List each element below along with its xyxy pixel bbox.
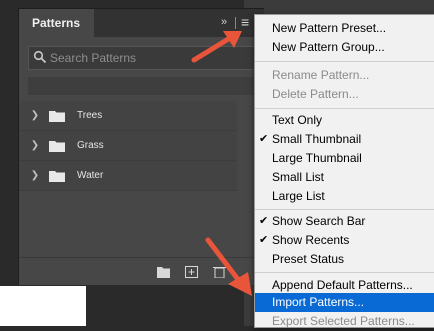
menu-item-label: Rename Pattern...: [272, 68, 370, 82]
menu-item-label: Show Recents: [272, 233, 350, 247]
new-pattern-icon[interactable]: [185, 266, 198, 278]
menu-separator: [255, 108, 434, 109]
chevron-right-icon[interactable]: ❯: [25, 170, 45, 181]
checkmark-icon: ✔: [259, 215, 269, 227]
group-label: Grass: [77, 140, 104, 151]
menu-item-label: Append Default Patterns...: [272, 278, 413, 292]
menu-item-large-list[interactable]: Large List: [255, 187, 434, 206]
menu-item-new-pattern-preset[interactable]: New Pattern Preset...: [255, 19, 434, 38]
menu-item-label: Preset Status: [272, 252, 345, 266]
collapse-panel-icon[interactable]: »: [221, 16, 227, 28]
menu-item-show-search-bar[interactable]: ✔ Show Search Bar: [255, 212, 434, 231]
menu-separator: [255, 61, 434, 62]
menu-item-label: Large List: [272, 189, 325, 203]
document-canvas-area: [0, 286, 86, 326]
menu-item-label: Import Patterns...: [272, 295, 365, 309]
annotation-arrow-icon: [205, 237, 252, 296]
menu-item-label: Delete Pattern...: [272, 87, 359, 101]
menu-item-label: Large Thumbnail: [272, 151, 362, 165]
recents-strip: [28, 77, 258, 95]
menu-item-small-list[interactable]: Small List: [255, 168, 434, 187]
menu-item-label: Small Thumbnail: [272, 132, 362, 146]
pattern-group-list: ❯ Trees ❯ Grass ❯ Water: [19, 101, 237, 191]
tab-patterns-label: Patterns: [32, 16, 81, 30]
menu-item-export-selected-patterns[interactable]: Export Selected Patterns...: [255, 312, 434, 331]
chevron-right-icon[interactable]: ❯: [25, 110, 45, 121]
menu-item-large-thumbnail[interactable]: Large Thumbnail: [255, 149, 434, 168]
menu-item-show-recents[interactable]: ✔ Show Recents: [255, 231, 434, 250]
checkmark-icon: ✔: [259, 234, 269, 246]
tab-patterns[interactable]: Patterns: [19, 9, 94, 37]
menu-separator: [255, 209, 434, 210]
group-row-grass[interactable]: ❯ Grass: [19, 131, 237, 161]
menu-item-label: Text Only: [272, 113, 323, 127]
group-row-water[interactable]: ❯ Water: [19, 161, 237, 191]
menu-item-label: Show Search Bar: [272, 214, 366, 228]
panel-flyout-menu: New Pattern Preset... New Pattern Group.…: [254, 14, 434, 328]
menu-item-label: New Pattern Group...: [272, 40, 385, 54]
group-label: Trees: [77, 110, 103, 121]
annotation-arrow-icon: [191, 31, 242, 63]
folder-icon: [49, 110, 65, 122]
chevron-right-icon[interactable]: ❯: [25, 140, 45, 151]
new-group-icon[interactable]: [157, 266, 170, 278]
menu-item-preset-status[interactable]: Preset Status: [255, 250, 434, 269]
checkmark-icon: ✔: [259, 133, 269, 145]
menu-item-small-thumbnail[interactable]: ✔ Small Thumbnail: [255, 130, 434, 149]
folder-icon: [49, 140, 65, 152]
menu-item-rename-pattern[interactable]: Rename Pattern...: [255, 66, 434, 85]
menu-item-text-only[interactable]: Text Only: [255, 111, 434, 130]
group-row-trees[interactable]: ❯ Trees: [19, 101, 237, 131]
group-label: Water: [77, 170, 104, 181]
folder-icon: [49, 170, 65, 182]
menu-item-delete-pattern[interactable]: Delete Pattern...: [255, 85, 434, 104]
menu-item-import-patterns[interactable]: Import Patterns...: [255, 293, 434, 312]
menu-item-label: Small List: [272, 170, 325, 184]
menu-item-label: New Pattern Preset...: [272, 21, 387, 35]
menu-item-new-pattern-group[interactable]: New Pattern Group...: [255, 38, 434, 57]
search-icon: [33, 50, 47, 64]
menu-separator: [255, 272, 434, 273]
